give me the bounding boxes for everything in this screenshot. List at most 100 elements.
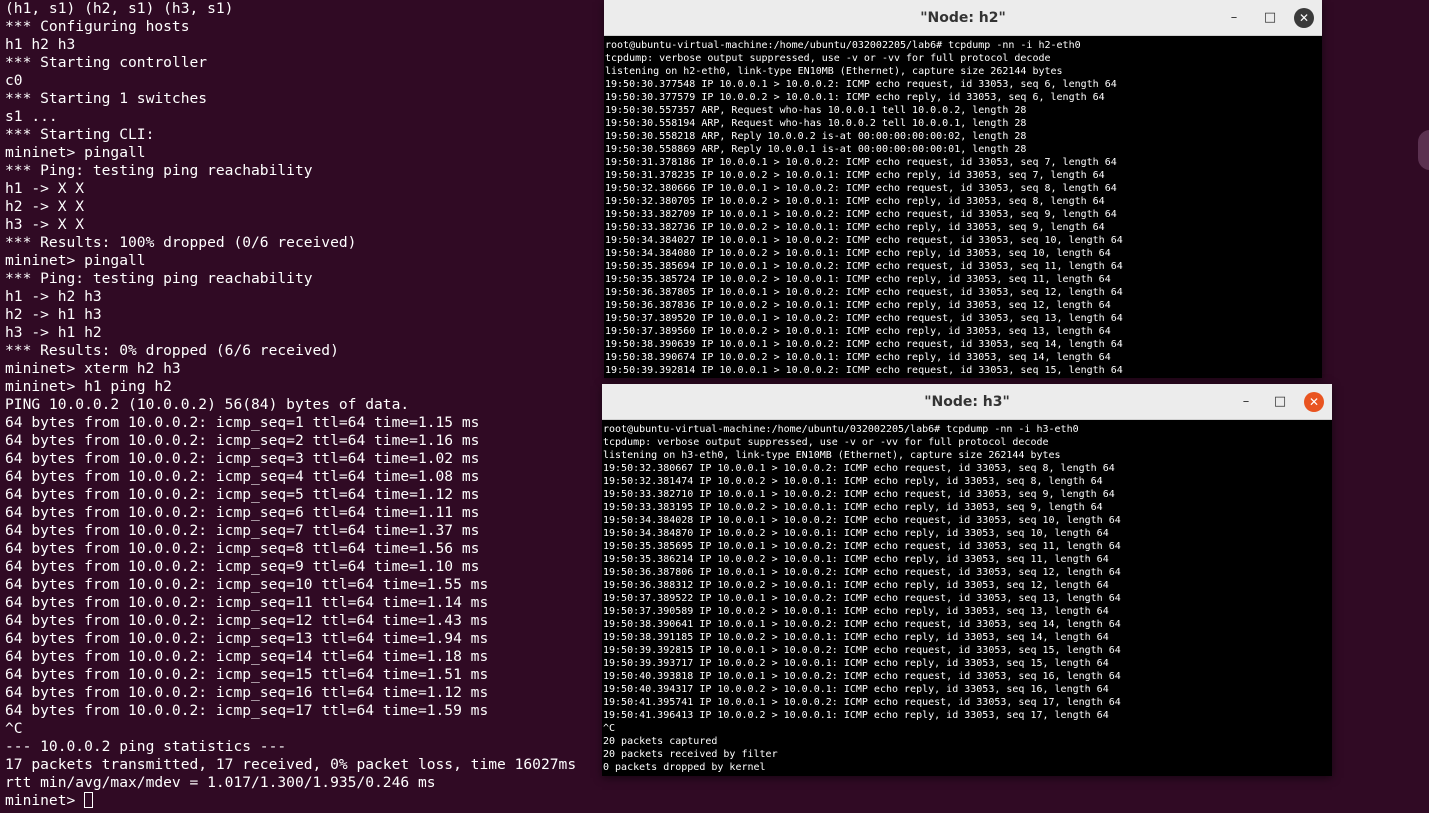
tcpdump-line: 19:50:38.390641 IP 10.0.0.1 > 10.0.0.2: … [603,619,1121,630]
tcpdump-line: 19:50:34.384870 IP 10.0.0.2 > 10.0.0.1: … [603,528,1109,539]
minimize-button[interactable]: – [1236,392,1256,412]
terminal-line: *** Ping: testing ping reachability [5,162,313,179]
tcpdump-line: 19:50:36.387836 IP 10.0.0.2 > 10.0.0.1: … [605,300,1111,311]
window-title-h3: "Node: h3" [924,394,1010,410]
tcpdump-line: 19:50:35.385724 IP 10.0.0.2 > 10.0.0.1: … [605,274,1111,285]
terminal-line: *** Starting 1 switches [5,90,208,107]
tcpdump-line: 19:50:30.558218 ARP, Reply 10.0.0.2 is-a… [605,131,1027,142]
xterm-window-h3[interactable]: "Node: h3" – □ ✕ root@ubuntu-virtual-mac… [602,384,1332,776]
prompt-line[interactable]: mininet> [5,792,576,810]
terminal-line: 64 bytes from 10.0.0.2: icmp_seq=3 ttl=6… [5,450,480,467]
terminal-line: mininet> pingall [5,252,146,269]
tcpdump-line: root@ubuntu-virtual-machine:/home/ubuntu… [603,424,1079,435]
terminal-line: 17 packets transmitted, 17 received, 0% … [5,756,577,773]
terminal-line: PING 10.0.0.2 (10.0.0.2) 56(84) bytes of… [5,396,410,413]
tcpdump-line: 19:50:32.380667 IP 10.0.0.1 > 10.0.0.2: … [603,463,1115,474]
tcpdump-line: 0 packets dropped by kernel [603,762,766,773]
tcpdump-line: 19:50:33.382736 IP 10.0.0.2 > 10.0.0.1: … [605,222,1105,233]
tcpdump-line: 19:50:40.393818 IP 10.0.0.1 > 10.0.0.2: … [603,671,1121,682]
terminal-line: h2 -> h1 h3 [5,306,102,323]
tcpdump-line: listening on h2-eth0, link-type EN10MB (… [605,66,1063,77]
titlebar-h3[interactable]: "Node: h3" – □ ✕ [602,384,1332,420]
tcpdump-line: 19:50:34.384080 IP 10.0.0.2 > 10.0.0.1: … [605,248,1111,259]
tcpdump-line: 19:50:37.389560 IP 10.0.0.2 > 10.0.0.1: … [605,326,1111,337]
close-button[interactable]: ✕ [1304,392,1324,412]
terminal-line: 64 bytes from 10.0.0.2: icmp_seq=8 ttl=6… [5,540,480,557]
tcpdump-line: tcpdump: verbose output suppressed, use … [603,437,1049,448]
minimize-button[interactable]: – [1224,8,1244,28]
terminal-line: 64 bytes from 10.0.0.2: icmp_seq=6 ttl=6… [5,504,480,521]
tcpdump-line: 19:50:30.557357 ARP, Request who-has 10.… [605,105,1027,116]
terminal-line: mininet> pingall [5,144,146,161]
tcpdump-line: 19:50:39.393717 IP 10.0.0.2 > 10.0.0.1: … [603,658,1109,669]
terminal-line: 64 bytes from 10.0.0.2: icmp_seq=17 ttl=… [5,702,489,719]
terminal-line: h2 -> X X [5,198,85,215]
tcpdump-line: 19:50:41.396413 IP 10.0.0.2 > 10.0.0.1: … [603,710,1109,721]
terminal-line: h1 -> h2 h3 [5,288,102,305]
tcpdump-line: 19:50:37.389520 IP 10.0.0.1 > 10.0.0.2: … [605,313,1123,324]
terminal-line: mininet> h1 ping h2 [5,378,172,395]
terminal-line: ^C [5,720,23,737]
tcpdump-line: 19:50:41.395741 IP 10.0.0.1 > 10.0.0.2: … [603,697,1121,708]
tcpdump-line: 19:50:39.392814 IP 10.0.0.1 > 10.0.0.2: … [605,365,1123,376]
terminal-line: h3 -> h1 h2 [5,324,102,341]
terminal-line: 64 bytes from 10.0.0.2: icmp_seq=1 ttl=6… [5,414,480,431]
tcpdump-line: 19:50:35.386214 IP 10.0.0.2 > 10.0.0.1: … [603,554,1109,565]
tcpdump-line: 19:50:32.380666 IP 10.0.0.1 > 10.0.0.2: … [605,183,1117,194]
window-title-h2: "Node: h2" [920,10,1006,26]
tcpdump-line: 19:50:30.377579 IP 10.0.0.2 > 10.0.0.1: … [605,92,1105,103]
tcpdump-line: 19:50:32.381474 IP 10.0.0.2 > 10.0.0.1: … [603,476,1103,487]
terminal-line: *** Starting CLI: [5,126,155,143]
terminal-line: 64 bytes from 10.0.0.2: icmp_seq=10 ttl=… [5,576,489,593]
terminal-output: (h1, s1) (h2, s1) (h3, s1) *** Configurin… [5,0,576,810]
tcpdump-output-h2: root@ubuntu-virtual-machine:/home/ubuntu… [605,39,1322,377]
terminal-line: rtt min/avg/max/mdev = 1.017/1.300/1.935… [5,774,436,791]
tcpdump-line: 19:50:36.387805 IP 10.0.0.1 > 10.0.0.2: … [605,287,1123,298]
xterm-window-h2[interactable]: "Node: h2" – □ ✕ root@ubuntu-virtual-mac… [604,0,1322,378]
tcpdump-line: 19:50:37.389522 IP 10.0.0.1 > 10.0.0.2: … [603,593,1121,604]
terminal-line: *** Ping: testing ping reachability [5,270,313,287]
terminal-line: 64 bytes from 10.0.0.2: icmp_seq=14 ttl=… [5,648,489,665]
terminal-line: (h1, s1) (h2, s1) (h3, s1) [5,0,234,17]
tcpdump-line: 19:50:37.390589 IP 10.0.0.2 > 10.0.0.1: … [603,606,1109,617]
tcpdump-line: 19:50:35.385695 IP 10.0.0.1 > 10.0.0.2: … [603,541,1121,552]
terminal-line: 64 bytes from 10.0.0.2: icmp_seq=2 ttl=6… [5,432,480,449]
terminal-line: h1 -> X X [5,180,85,197]
maximize-button[interactable]: □ [1270,392,1290,412]
terminal-line: *** Results: 100% dropped (0/6 received) [5,234,357,251]
tcpdump-line: 19:50:38.391185 IP 10.0.0.2 > 10.0.0.1: … [603,632,1109,643]
terminal-line: 64 bytes from 10.0.0.2: icmp_seq=4 ttl=6… [5,468,480,485]
partial-window-edge [1418,130,1429,170]
tcpdump-line: 19:50:38.390674 IP 10.0.0.2 > 10.0.0.1: … [605,352,1111,363]
tcpdump-line: 20 packets received by filter [603,749,778,760]
terminal-line: h3 -> X X [5,216,85,233]
tcpdump-line: 19:50:38.390639 IP 10.0.0.1 > 10.0.0.2: … [605,339,1123,350]
terminal-line: mininet> xterm h2 h3 [5,360,181,377]
terminal-line: 64 bytes from 10.0.0.2: icmp_seq=11 ttl=… [5,594,489,611]
maximize-button[interactable]: □ [1260,8,1280,28]
tcpdump-line: 19:50:34.384028 IP 10.0.0.1 > 10.0.0.2: … [603,515,1121,526]
terminal-line: 64 bytes from 10.0.0.2: icmp_seq=7 ttl=6… [5,522,480,539]
terminal-line: 64 bytes from 10.0.0.2: icmp_seq=12 ttl=… [5,612,489,629]
tcpdump-line: 19:50:33.383195 IP 10.0.0.2 > 10.0.0.1: … [603,502,1103,513]
tcpdump-line: 19:50:36.388312 IP 10.0.0.2 > 10.0.0.1: … [603,580,1109,591]
close-button[interactable]: ✕ [1294,8,1314,28]
tcpdump-line: listening on h3-eth0, link-type EN10MB (… [603,450,1061,461]
tcpdump-line: 19:50:32.380705 IP 10.0.0.2 > 10.0.0.1: … [605,196,1105,207]
tcpdump-line: 19:50:40.394317 IP 10.0.0.2 > 10.0.0.1: … [603,684,1109,695]
tcpdump-line: root@ubuntu-virtual-machine:/home/ubuntu… [605,40,1081,51]
terminal-line: *** Starting controller [5,54,208,71]
terminal-line: c0 [5,72,23,89]
terminal-line: *** Results: 0% dropped (6/6 received) [5,342,339,359]
titlebar-h2[interactable]: "Node: h2" – □ ✕ [604,0,1322,36]
tcpdump-line: 19:50:31.378186 IP 10.0.0.1 > 10.0.0.2: … [605,157,1117,168]
tcpdump-line: 20 packets captured [603,736,718,747]
text-cursor [84,792,94,808]
terminal-line: h1 h2 h3 [5,36,76,53]
terminal-line: 64 bytes from 10.0.0.2: icmp_seq=15 ttl=… [5,666,489,683]
terminal-line: --- 10.0.0.2 ping statistics --- [5,738,287,755]
terminal-line: s1 ... [5,108,58,125]
prompt-text: mininet> [5,792,85,809]
tcpdump-line: 19:50:36.387806 IP 10.0.0.1 > 10.0.0.2: … [603,567,1121,578]
terminal-line: 64 bytes from 10.0.0.2: icmp_seq=16 ttl=… [5,684,489,701]
